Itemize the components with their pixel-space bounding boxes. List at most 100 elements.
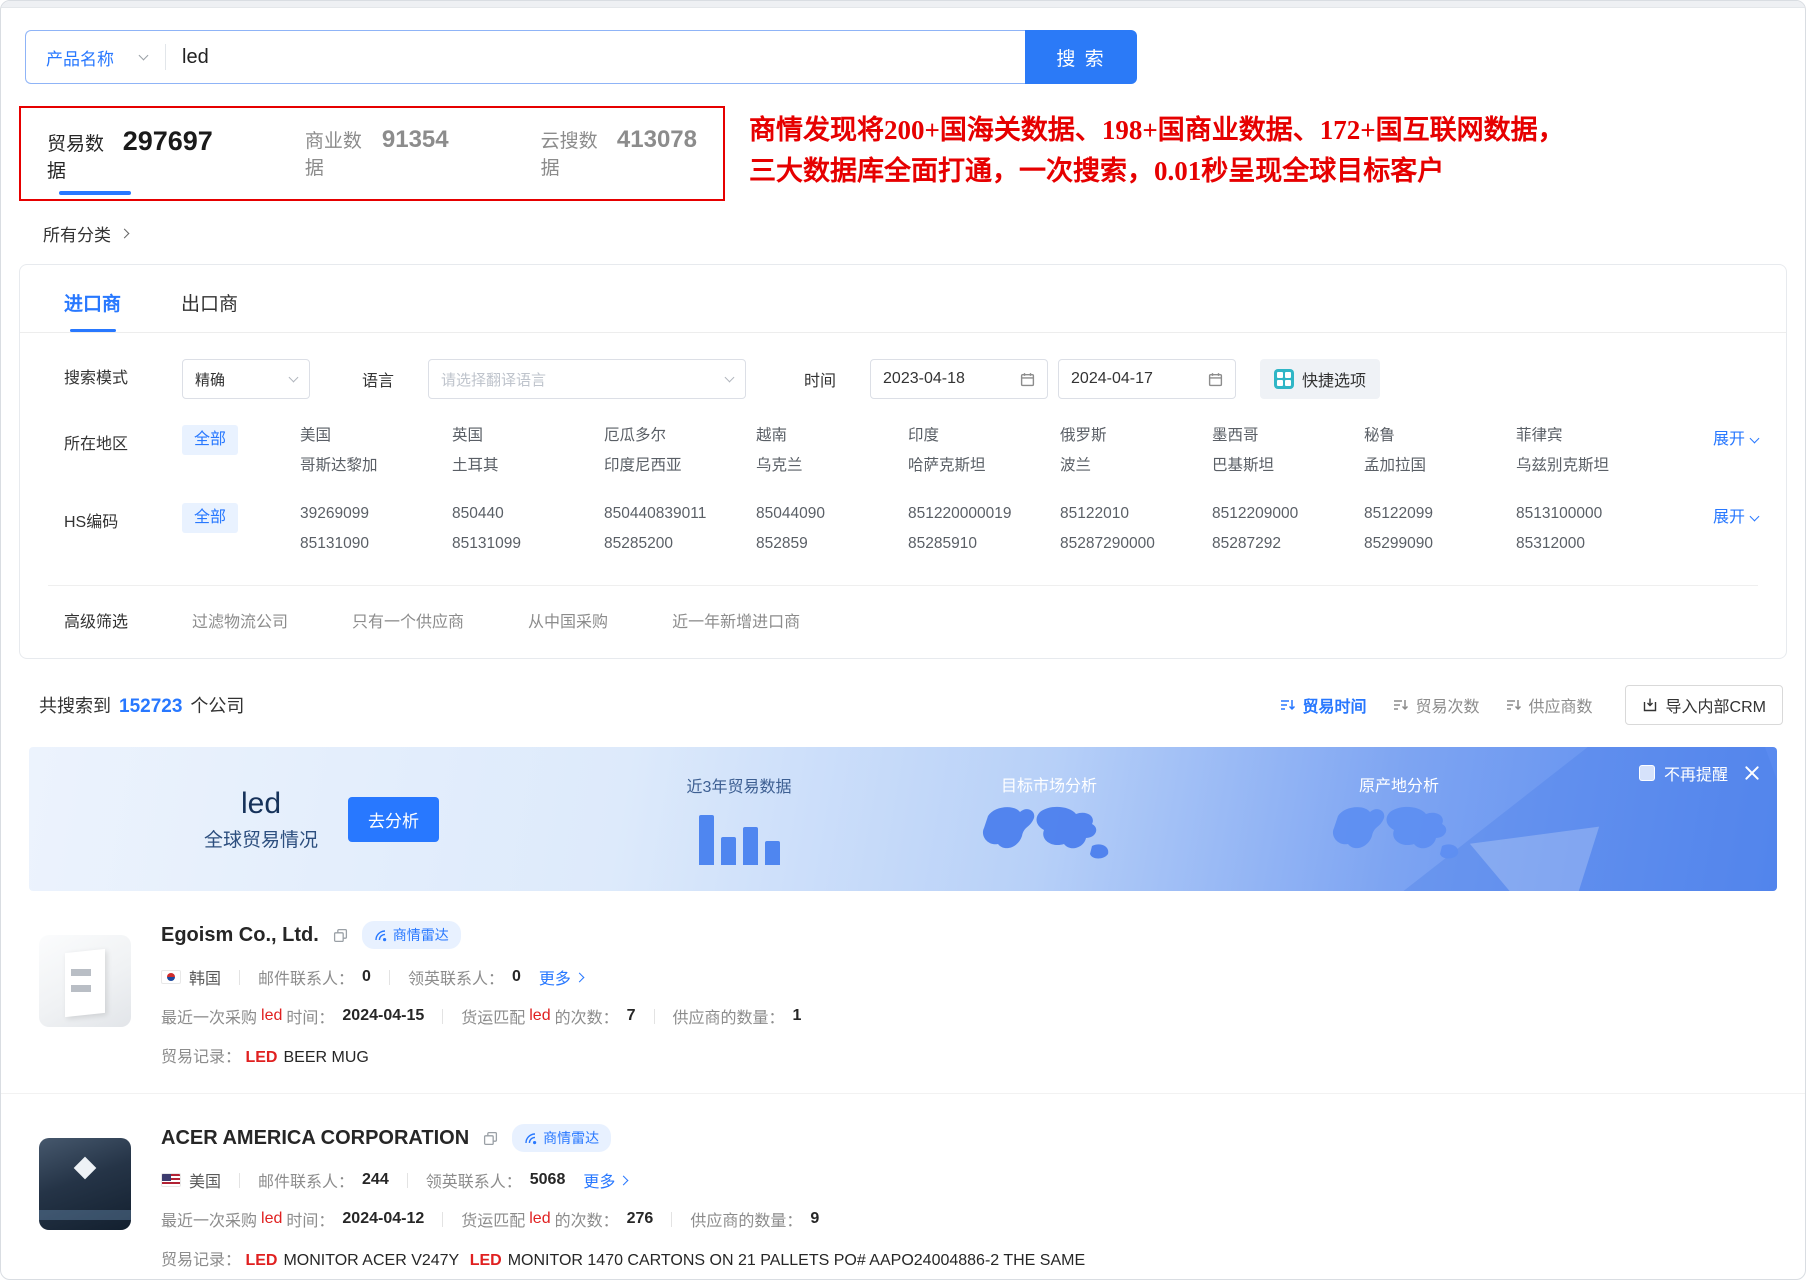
sort-trade-count[interactable]: 贸易次数 bbox=[1393, 693, 1480, 717]
region-item[interactable]: 印度 bbox=[908, 425, 1060, 447]
region-item[interactable]: 美国 bbox=[300, 425, 452, 447]
hs-item[interactable]: 85131099 bbox=[452, 533, 604, 555]
search-combo: 产品名称 bbox=[25, 30, 1025, 84]
region-item[interactable]: 土耳其 bbox=[452, 455, 604, 477]
breadcrumb[interactable]: 所有分类 bbox=[1, 201, 1805, 260]
search-mode-label: 搜索模式 bbox=[64, 359, 160, 399]
tab-trade-data[interactable]: 贸易数据 297697 bbox=[47, 126, 213, 183]
region-item[interactable]: 秘鲁 bbox=[1364, 425, 1516, 447]
date-to-picker[interactable]: 2024-04-17 bbox=[1058, 359, 1236, 399]
linkedin-contact-count: 0 bbox=[512, 968, 521, 986]
search-input[interactable] bbox=[166, 31, 1025, 83]
hs-expand-button[interactable]: 展开 bbox=[1713, 503, 1758, 533]
language-select[interactable]: 请选择翻译语言 bbox=[428, 359, 746, 399]
hs-item[interactable]: 85285910 bbox=[908, 533, 1060, 555]
date-from-picker[interactable]: 2023-04-18 bbox=[870, 359, 1048, 399]
hs-item[interactable]: 85122010 bbox=[1060, 503, 1212, 525]
active-tab-underline bbox=[59, 191, 131, 195]
filter-card: 进口商 出口商 搜索模式 精确 语言 请选择翻译语言 时间 2023-04-1 bbox=[19, 264, 1787, 659]
copy-icon[interactable] bbox=[333, 928, 348, 943]
radar-badge[interactable]: 商情雷达 bbox=[512, 1124, 611, 1152]
company-country: 韩国 bbox=[189, 965, 221, 989]
hs-item[interactable]: 850440839011 bbox=[604, 503, 756, 525]
chevron-down-icon bbox=[725, 373, 735, 383]
region-item[interactable]: 波兰 bbox=[1060, 455, 1212, 477]
tab-exporter[interactable]: 出口商 bbox=[181, 289, 238, 332]
trade-record: 贸易记录： LEDMONITOR ACER V247Y LEDMONITOR 1… bbox=[161, 1246, 1765, 1270]
region-expand-button[interactable]: 展开 bbox=[1713, 425, 1758, 455]
more-link[interactable]: 更多 bbox=[539, 965, 583, 989]
dismiss-checkbox[interactable] bbox=[1639, 765, 1655, 781]
world-map-graphic bbox=[1324, 802, 1474, 866]
company-name[interactable]: ACER AMERICA CORPORATION bbox=[161, 1127, 469, 1150]
chevron-right-icon bbox=[574, 972, 584, 982]
region-all-chip[interactable]: 全部 bbox=[182, 425, 238, 455]
more-link[interactable]: 更多 bbox=[583, 1168, 627, 1192]
trade-record: 贸易记录： LEDBEER MUG bbox=[161, 1043, 1765, 1067]
advanced-filter-button[interactable]: 高级筛选 bbox=[64, 608, 128, 632]
annotation-line-2: 三大数据库全面打通，一次搜索，0.01秒呈现全球目标客户 bbox=[749, 151, 1565, 192]
advanced-filter-row: 高级筛选 过滤物流公司 只有一个供应商 从中国采购 近一年新增进口商 bbox=[20, 586, 1786, 658]
radar-icon bbox=[524, 1132, 537, 1145]
region-item[interactable]: 乌兹别克斯坦 bbox=[1516, 455, 1668, 477]
hs-item[interactable]: 851220000019 bbox=[908, 503, 1060, 525]
hs-item[interactable]: 852859 bbox=[756, 533, 908, 555]
region-item[interactable]: 哈萨克斯坦 bbox=[908, 455, 1060, 477]
hs-item[interactable]: 850440 bbox=[452, 503, 604, 525]
region-item[interactable]: 孟加拉国 bbox=[1364, 455, 1516, 477]
hs-item[interactable]: 85122099 bbox=[1364, 503, 1516, 525]
region-item[interactable]: 墨西哥 bbox=[1212, 425, 1364, 447]
filter-logistics[interactable]: 过滤物流公司 bbox=[192, 608, 288, 632]
hs-item[interactable]: 85287292 bbox=[1212, 533, 1364, 555]
search-mode-select[interactable]: 精确 bbox=[182, 359, 310, 399]
region-item[interactable]: 菲律宾 bbox=[1516, 425, 1668, 447]
sort-supplier-count[interactable]: 供应商数 bbox=[1506, 693, 1593, 717]
filter-from-china[interactable]: 从中国采购 bbox=[528, 608, 608, 632]
hs-all-chip[interactable]: 全部 bbox=[182, 503, 238, 533]
hs-item[interactable]: 85131090 bbox=[300, 533, 452, 555]
region-item[interactable]: 越南 bbox=[756, 425, 908, 447]
divider bbox=[389, 970, 390, 985]
tab-cloud-data[interactable]: 云搜数据 413078 bbox=[541, 126, 697, 183]
filter-new-importers[interactable]: 近一年新增进口商 bbox=[672, 608, 800, 632]
region-item[interactable]: 英国 bbox=[452, 425, 604, 447]
region-item[interactable]: 俄罗斯 bbox=[1060, 425, 1212, 447]
company-card-egoism: Egoism Co., Ltd. 商情雷达 韩国 邮件联系人：0 领英联系人：0… bbox=[1, 891, 1805, 1093]
filter-single-supplier[interactable]: 只有一个供应商 bbox=[352, 608, 464, 632]
hs-item[interactable]: 85285200 bbox=[604, 533, 756, 555]
search-category-select[interactable]: 产品名称 bbox=[26, 45, 165, 70]
hs-item[interactable]: 39269099 bbox=[300, 503, 452, 525]
bar-chart-graphic bbox=[699, 809, 780, 865]
region-item[interactable]: 厄瓜多尔 bbox=[604, 425, 756, 447]
close-icon[interactable] bbox=[1743, 764, 1761, 782]
grid-icon bbox=[1274, 369, 1294, 389]
copy-icon[interactable] bbox=[483, 1131, 498, 1146]
hs-item[interactable]: 8512209000 bbox=[1212, 503, 1364, 525]
region-item[interactable]: 哥斯达黎加 bbox=[300, 455, 452, 477]
region-item[interactable]: 印度尼西亚 bbox=[604, 455, 756, 477]
hs-item[interactable]: 8513100000 bbox=[1516, 503, 1668, 525]
company-name[interactable]: Egoism Co., Ltd. bbox=[161, 924, 319, 947]
divider bbox=[239, 970, 240, 985]
hs-item[interactable]: 85299090 bbox=[1364, 533, 1516, 555]
region-item[interactable]: 巴基斯坦 bbox=[1212, 455, 1364, 477]
region-item[interactable]: 乌克兰 bbox=[756, 455, 908, 477]
analyze-button[interactable]: 去分析 bbox=[348, 797, 439, 842]
chevron-right-icon bbox=[619, 1175, 629, 1185]
filter-row-hs: HS编码 全部 3926909985131090 85044085131099 … bbox=[20, 503, 1786, 555]
import-icon bbox=[1642, 697, 1658, 713]
hs-item[interactable]: 85044090 bbox=[756, 503, 908, 525]
tab-importer[interactable]: 进口商 bbox=[64, 289, 121, 332]
sort-trade-time[interactable]: 贸易时间 bbox=[1280, 693, 1367, 717]
search-button[interactable]: 搜 索 bbox=[1025, 30, 1137, 84]
annotation-line-1: 商情发现将200+国海关数据、198+国商业数据、172+国互联网数据， bbox=[749, 110, 1565, 151]
red-highlight-box: 贸易数据 297697 商业数据 91354 云搜数据 413078 bbox=[19, 106, 725, 201]
world-map-graphic bbox=[974, 802, 1124, 866]
import-crm-button[interactable]: 导入内部CRM bbox=[1625, 685, 1783, 725]
radar-badge[interactable]: 商情雷达 bbox=[362, 921, 461, 949]
divider bbox=[654, 1009, 655, 1024]
hs-item[interactable]: 85287290000 bbox=[1060, 533, 1212, 555]
tab-business-data[interactable]: 商业数据 91354 bbox=[305, 126, 449, 183]
hs-item[interactable]: 85312000 bbox=[1516, 533, 1668, 555]
quick-options-button[interactable]: 快捷选项 bbox=[1260, 359, 1380, 399]
